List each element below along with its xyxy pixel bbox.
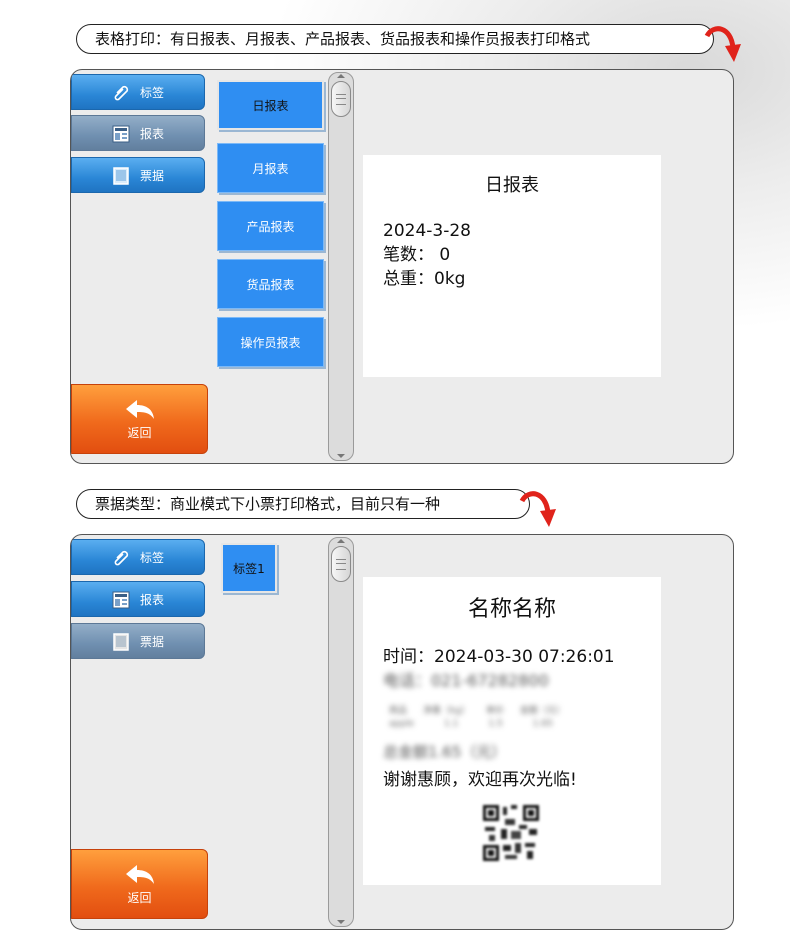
- tab-label-1[interactable]: 标签1: [221, 543, 277, 593]
- sidebar-item-report[interactable]: 报表: [71, 115, 205, 151]
- report-settings-panel: 标签 报表 票据 返回 日报表 月报表 产品报表 货品报表 操作员报表 日报表: [70, 69, 734, 464]
- table-header: 商品: [389, 706, 408, 716]
- caption-section-2: 票据类型：商业模式下小票打印格式，目前只有一种: [76, 489, 530, 519]
- back-button[interactable]: 返回: [71, 849, 208, 919]
- receipt-total: 总金额1.65（元）: [383, 743, 507, 761]
- print-preview: 日报表 2024-3-28 笔数： 0 总重：0kg: [363, 155, 661, 377]
- curved-arrow-icon: [519, 491, 556, 527]
- caption-text: 表格打印：有日报表、月报表、产品报表、货品报表和操作员报表打印格式: [95, 30, 591, 48]
- tab-monthly-report[interactable]: 月报表: [217, 143, 324, 193]
- sidebar-item-text: 报表: [140, 592, 165, 607]
- scroll-up-icon[interactable]: [337, 74, 345, 78]
- tab-label: 日报表: [252, 98, 289, 113]
- sidebar-item-text: 标签: [140, 85, 165, 100]
- tab-operator-report[interactable]: 操作员报表: [217, 317, 324, 367]
- table-cell: apple: [389, 719, 414, 729]
- table-cell: 1.1: [443, 719, 459, 729]
- sidebar-item-receipt[interactable]: 票据: [71, 157, 205, 193]
- paperclip-icon: [114, 550, 129, 566]
- tab-daily-report[interactable]: 日报表: [217, 80, 324, 130]
- sidebar-item-text: 报表: [140, 126, 165, 141]
- tab-label: 标签1: [233, 561, 265, 576]
- curved-arrow-icon: [704, 26, 741, 62]
- tab-goods-report[interactable]: 货品报表: [217, 259, 324, 309]
- back-arrow-icon: [126, 865, 154, 884]
- sidebar-item-label[interactable]: 标签: [71, 539, 205, 575]
- tab-label: 货品报表: [246, 277, 295, 292]
- tab-label: 操作员报表: [240, 335, 301, 350]
- receipt-icon: [113, 167, 129, 185]
- vertical-scrollbar[interactable]: [328, 72, 354, 461]
- caption-text: 票据类型：商业模式下小票打印格式，目前只有一种: [95, 495, 441, 513]
- table-header: 单价: [485, 706, 504, 716]
- tab-label: 月报表: [252, 161, 289, 176]
- receipt-table-header: 商品 净重（kg） 单价 金额（元）: [389, 703, 565, 716]
- sidebar-item-text: 票据: [140, 634, 165, 649]
- sidebar-item-text: 标签: [140, 550, 165, 565]
- caption-section-1: 表格打印：有日报表、月报表、产品报表、货品报表和操作员报表打印格式: [76, 24, 714, 54]
- receipt-thanks: 谢谢惠顾，欢迎再次光临!: [383, 770, 577, 790]
- sidebar-item-report[interactable]: 报表: [71, 581, 205, 617]
- table-cell: 1.5: [488, 719, 503, 729]
- scroll-thumb[interactable]: [331, 81, 351, 117]
- back-label: 返回: [127, 426, 152, 440]
- receipt-phone: 电话：021-67282800: [383, 671, 549, 690]
- sidebar-item-receipt[interactable]: 票据: [71, 623, 205, 659]
- tab-label: 产品报表: [246, 219, 295, 234]
- receipt-settings-panel: 标签 报表 票据 返回 标签1 名称名称 时间：2024-03-30 07:26…: [70, 534, 734, 930]
- scroll-down-icon[interactable]: [337, 920, 345, 924]
- receipt-preview: 名称名称 时间：2024-03-30 07:26:01 电话：021-67282…: [363, 577, 661, 885]
- preview-count: 笔数： 0: [383, 245, 451, 265]
- table-header: 金额（元）: [519, 706, 565, 716]
- back-button[interactable]: 返回: [71, 384, 208, 454]
- paperclip-icon: [114, 85, 129, 101]
- scroll-up-icon[interactable]: [337, 539, 345, 543]
- receipt-time: 时间：2024-03-30 07:26:01: [383, 647, 615, 667]
- qr-code-icon: [481, 803, 541, 863]
- back-arrow-icon: [126, 400, 154, 419]
- scroll-thumb[interactable]: [331, 546, 351, 582]
- receipt-table-row: apple 1.1 1.5 1.65: [389, 719, 553, 729]
- preview-date: 2024-3-28: [383, 221, 471, 241]
- sidebar-item-text: 票据: [140, 168, 165, 183]
- table-header: 净重（kg）: [423, 706, 470, 716]
- back-label: 返回: [127, 891, 152, 905]
- tab-product-report[interactable]: 产品报表: [217, 201, 324, 251]
- report-icon: [112, 125, 130, 143]
- table-cell: 1.65: [532, 719, 553, 729]
- preview-weight: 总重：0kg: [383, 269, 466, 289]
- vertical-scrollbar[interactable]: [328, 537, 354, 927]
- report-icon: [112, 591, 130, 609]
- sidebar-item-label[interactable]: 标签: [71, 74, 205, 110]
- preview-title: 日报表: [485, 175, 539, 196]
- receipt-icon: [113, 633, 129, 651]
- scroll-down-icon[interactable]: [337, 454, 345, 458]
- receipt-title: 名称名称: [467, 597, 556, 622]
